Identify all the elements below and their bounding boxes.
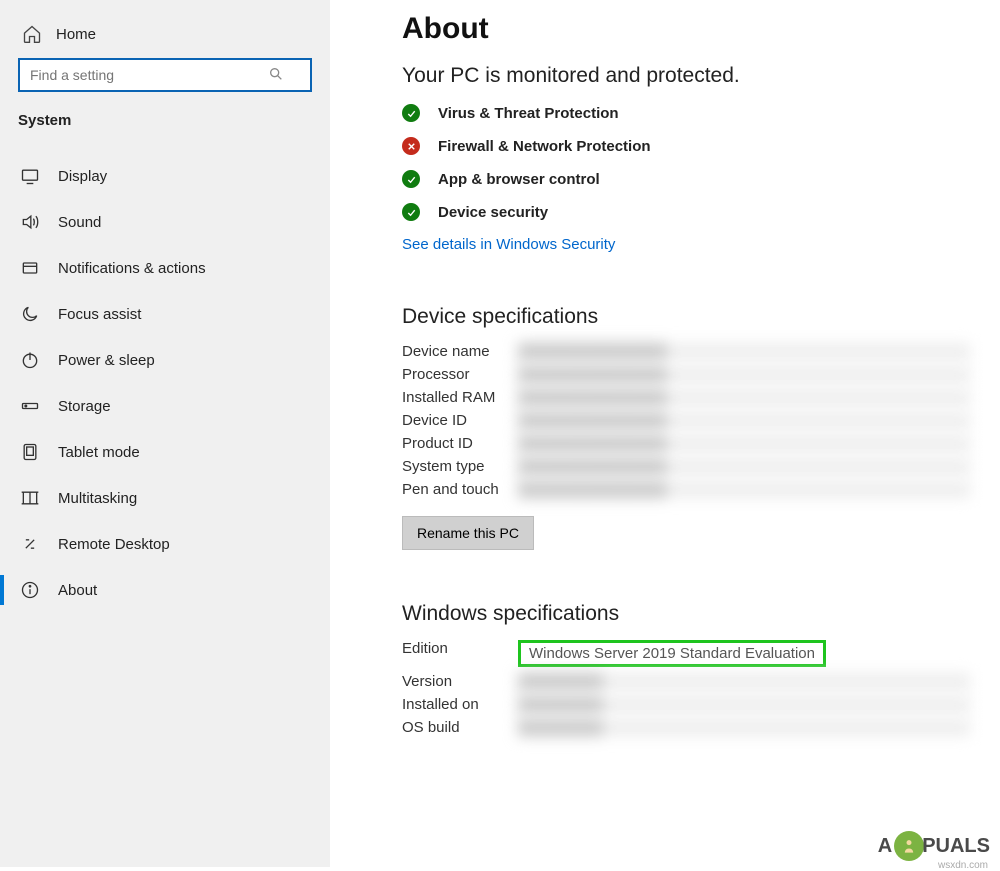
remote-icon	[20, 534, 40, 554]
windows-specs-section: Windows specifications Edition Windows S…	[402, 602, 970, 736]
category-header: System	[0, 108, 330, 139]
watermark-sub: wsxdn.com	[938, 860, 988, 871]
sidebar-item-label: Storage	[58, 398, 111, 415]
search-icon	[268, 66, 284, 82]
sidebar-item-label: About	[58, 582, 97, 599]
moon-icon	[20, 304, 40, 324]
spec-value-redacted: ██████████████	[518, 435, 970, 452]
sidebar-item-notifications-actions[interactable]: Notifications & actions	[0, 245, 330, 291]
spec-value-redacted: ██████████████	[518, 481, 970, 498]
sidebar-item-label: Focus assist	[58, 306, 141, 323]
protection-subtitle: Your PC is monitored and protected.	[402, 64, 970, 88]
sidebar-item-label: Display	[58, 168, 107, 185]
sidebar-item-label: Sound	[58, 214, 101, 231]
sidebar-item-storage[interactable]: Storage	[0, 383, 330, 429]
spec-label: System type	[402, 458, 518, 475]
spec-label: Device name	[402, 343, 518, 360]
home-icon	[22, 24, 42, 44]
windows-specs-title: Windows specifications	[402, 602, 970, 626]
protection-label: Device security	[438, 204, 548, 221]
watermark-avatar-icon	[894, 831, 924, 861]
info-icon	[20, 580, 40, 600]
sidebar-item-label: Multitasking	[58, 490, 137, 507]
sidebar-nav: Display Sound Notifications & actions Focus…	[0, 153, 330, 613]
watermark-text-b: PUALS	[922, 835, 990, 858]
sidebar-item-remote-desktop[interactable]: Remote Desktop	[0, 521, 330, 567]
watermark-logo: A PUALS	[878, 831, 990, 861]
spec-label: Installed on	[402, 696, 518, 713]
sidebar: Home System Display Sound Notifications & …	[0, 0, 330, 867]
notifications-icon	[20, 258, 40, 278]
storage-icon	[20, 396, 40, 416]
sidebar-item-about[interactable]: About	[0, 567, 330, 613]
security-details-link[interactable]: See details in Windows Security	[402, 236, 970, 253]
spec-label: OS build	[402, 719, 518, 736]
protection-section: Your PC is monitored and protected. Viru…	[402, 64, 970, 253]
home-nav[interactable]: Home	[0, 18, 330, 58]
edition-label: Edition	[402, 640, 518, 667]
sidebar-item-display[interactable]: Display	[0, 153, 330, 199]
sidebar-item-label: Remote Desktop	[58, 536, 170, 553]
main-content: About Your PC is monitored and protected…	[330, 0, 1000, 867]
spec-label: Version	[402, 673, 518, 690]
sidebar-item-label: Power & sleep	[58, 352, 155, 369]
protection-item: App & browser control	[402, 170, 970, 188]
protection-label: Firewall & Network Protection	[438, 138, 651, 155]
home-label: Home	[56, 26, 96, 43]
check-circle-icon	[402, 203, 420, 221]
spec-value-redacted: ██████████████	[518, 458, 970, 475]
spec-label: Product ID	[402, 435, 518, 452]
sidebar-item-multitasking[interactable]: Multitasking	[0, 475, 330, 521]
page-title: About	[402, 12, 970, 46]
sidebar-item-sound[interactable]: Sound	[0, 199, 330, 245]
protection-item: Firewall & Network Protection	[402, 137, 970, 155]
edition-value-highlight: Windows Server 2019 Standard Evaluation	[518, 640, 826, 667]
display-icon	[20, 166, 40, 186]
protection-item: Virus & Threat Protection	[402, 104, 970, 122]
spec-label: Installed RAM	[402, 389, 518, 406]
spec-label: Device ID	[402, 412, 518, 429]
spec-label: Processor	[402, 366, 518, 383]
device-specs-table: Device name██████████████Processor██████…	[402, 343, 970, 498]
sidebar-item-tablet-mode[interactable]: Tablet mode	[0, 429, 330, 475]
error-circle-icon	[402, 137, 420, 155]
protection-label: Virus & Threat Protection	[438, 105, 619, 122]
settings-window: Home System Display Sound Notifications & …	[0, 0, 1000, 867]
check-circle-icon	[402, 170, 420, 188]
power-icon	[20, 350, 40, 370]
spec-value-redacted: ████████	[518, 719, 970, 736]
spec-value-redacted: ██████████████	[518, 343, 970, 360]
sound-icon	[20, 212, 40, 232]
device-specs-title: Device specifications	[402, 305, 970, 329]
multitask-icon	[20, 488, 40, 508]
rename-pc-button[interactable]: Rename this PC	[402, 516, 534, 550]
protection-item: Device security	[402, 203, 970, 221]
tablet-icon	[20, 442, 40, 462]
search-wrap	[0, 58, 330, 108]
spec-value-redacted: ████████	[518, 696, 970, 713]
windows-specs-table: Edition Windows Server 2019 Standard Eva…	[402, 640, 970, 736]
spec-value-redacted: ██████████████	[518, 366, 970, 383]
device-specs-section: Device specifications Device name███████…	[402, 305, 970, 550]
sidebar-item-label: Notifications & actions	[58, 260, 206, 277]
spec-value-redacted: ████████	[518, 673, 970, 690]
edition-value-wrap: Windows Server 2019 Standard Evaluation	[518, 640, 970, 667]
spec-label: Pen and touch	[402, 481, 518, 498]
protection-list: Virus & Threat Protection Firewall & Netw…	[402, 104, 970, 221]
sidebar-item-power-sleep[interactable]: Power & sleep	[0, 337, 330, 383]
spec-value-redacted: ██████████████	[518, 412, 970, 429]
protection-label: App & browser control	[438, 171, 600, 188]
watermark-text-a: A	[878, 835, 892, 858]
check-circle-icon	[402, 104, 420, 122]
sidebar-item-focus-assist[interactable]: Focus assist	[0, 291, 330, 337]
sidebar-item-label: Tablet mode	[58, 444, 140, 461]
spec-value-redacted: ██████████████	[518, 389, 970, 406]
